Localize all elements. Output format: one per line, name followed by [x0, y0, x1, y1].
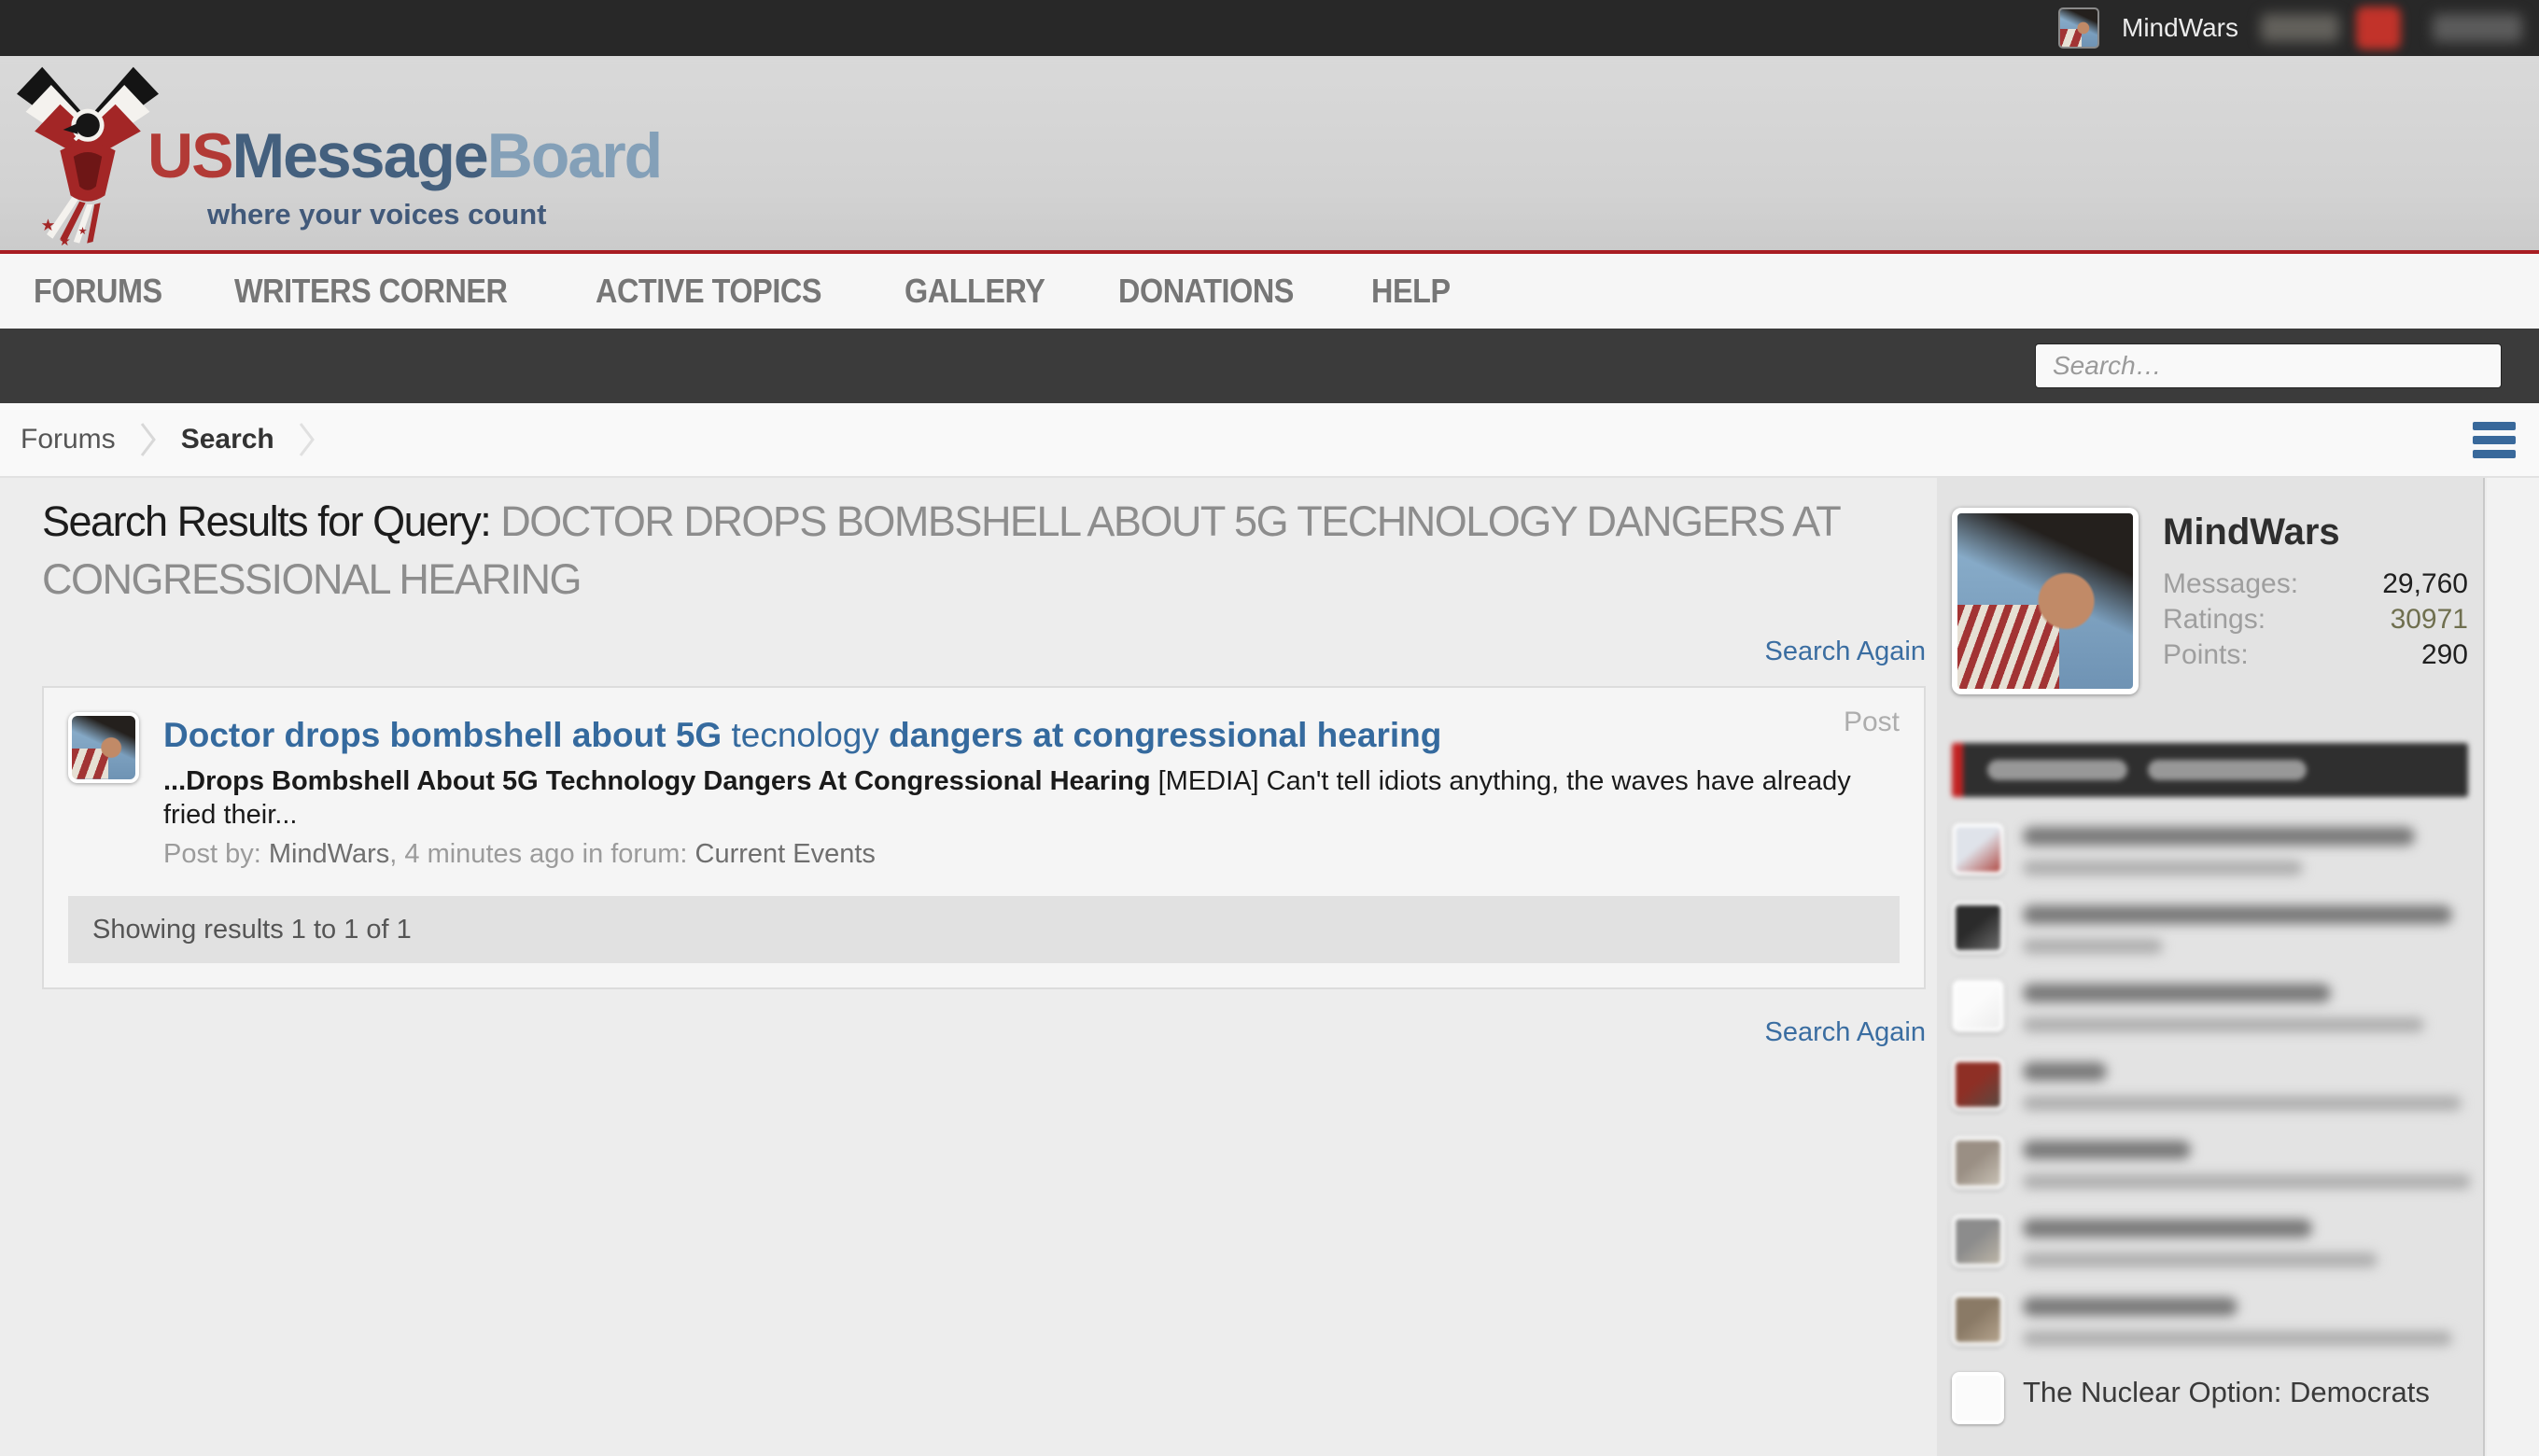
topic-meta-blurred [2023, 1331, 2452, 1346]
topic-thumbnail [1952, 1137, 2004, 1189]
result-title-bold-1: Doctor drops bombshell about 5G [163, 716, 722, 754]
inbox-link-blurred[interactable] [2261, 14, 2339, 42]
topic-thumbnail [1952, 823, 2004, 875]
result-meta-author[interactable]: MindWars [269, 839, 389, 869]
result-meta-forum[interactable]: Current Events [695, 839, 876, 869]
chevron-right-icon [299, 423, 315, 456]
topic-thumbnail [1952, 902, 2004, 954]
alerts-link-blurred[interactable] [2433, 14, 2522, 42]
nav-item-active-topics[interactable]: ACTIVE TOPICS [596, 272, 821, 311]
topic-title-blurred [2023, 1141, 2191, 1159]
search-input[interactable] [2035, 343, 2502, 388]
nav-item-forums[interactable]: FORUMS [34, 272, 162, 311]
messages-value: 29,760 [2382, 568, 2468, 599]
profile-card: MindWars Messages: 29,760 Ratings: 30971… [1937, 478, 2483, 694]
topic-thumbnail [1952, 1372, 2004, 1424]
topic-title-blurred [2023, 1062, 2107, 1081]
topic-meta-blurred [2023, 1096, 2462, 1111]
logo-part-board: Board [486, 120, 663, 191]
topic-thumbnail [1952, 1058, 2004, 1111]
topic-meta-blurred [2023, 1017, 2424, 1032]
stat-row-points: Points: 290 [2163, 637, 2468, 673]
active-topics-heading-blurred [1952, 743, 2468, 797]
topic-title-blurred [2023, 984, 2331, 1002]
result-snippet: ...Drops Bombshell About 5G Technology D… [163, 764, 1900, 832]
search-band [0, 329, 2539, 403]
topic-item-blurred[interactable] [1952, 1137, 2471, 1189]
nav-item-gallery[interactable]: GALLERY [905, 272, 1045, 311]
search-again-link-top[interactable]: Search Again [1764, 637, 1926, 666]
stat-row-messages: Messages: 29,760 [2163, 567, 2468, 602]
result-title-bold-2: dangers at congressional hearing [889, 716, 1442, 754]
search-result-card: Post Doctor drops bombshell about 5G tec… [42, 686, 1926, 989]
active-topics-list: The Nuclear Option: Democrats [1937, 823, 2483, 1424]
topic-item-blurred[interactable] [1952, 902, 2468, 954]
svg-text:★: ★ [78, 226, 88, 237]
chevron-right-icon [140, 423, 156, 456]
profile-avatar[interactable] [1952, 508, 2139, 694]
topic-meta-blurred [2023, 861, 2303, 875]
topic-meta-blurred [2023, 939, 2163, 954]
logo-part-us: US [147, 120, 233, 191]
breadcrumb-forums[interactable]: Forums [21, 424, 116, 455]
topic-title-blurred [2023, 1219, 2312, 1238]
result-title-regular: tecnology [722, 716, 890, 754]
result-snippet-bold: ...Drops Bombshell About 5G Technology D… [163, 766, 1151, 796]
profile-name[interactable]: MindWars [2163, 511, 2468, 553]
stat-row-ratings: Ratings: 30971 [2163, 602, 2468, 637]
topic-meta-blurred [2023, 1253, 2378, 1267]
nav-item-donations[interactable]: DONATIONS [1118, 272, 1294, 311]
site-header: ★ ★ ★ USMessageBoard where your voices c… [0, 56, 2539, 250]
svg-text:★: ★ [59, 234, 71, 246]
nav-item-help[interactable]: HELP [1371, 272, 1451, 311]
topic-item-blurred[interactable] [1952, 980, 2468, 1032]
ratings-value: 30971 [2390, 604, 2468, 635]
points-value: 290 [2420, 639, 2468, 670]
topic-title-blurred [2023, 827, 2415, 846]
topic-thumbnail [1952, 980, 2004, 1032]
topic-title-blurred [2023, 905, 2452, 924]
inbox-count-badge-blurred[interactable] [2356, 7, 2401, 49]
topic-item-blurred[interactable] [1952, 823, 2468, 875]
topic-thumbnail [1952, 1215, 2004, 1267]
main-navigation: FORUMS WRITERS CORNER ACTIVE TOPICS GALL… [0, 254, 2539, 329]
breadcrumb: Forums Search [0, 403, 2539, 478]
result-author-avatar[interactable] [68, 712, 139, 783]
topic-item-blurred[interactable] [1952, 1058, 2468, 1111]
nav-item-writers-corner[interactable]: WRITERS CORNER [234, 272, 508, 311]
search-results-column: Search Results for Query: DOCTOR DROPS B… [42, 493, 1926, 1048]
profile-stats: Messages: 29,760 Ratings: 30971 Points: … [2163, 567, 2468, 673]
search-again-link-bottom[interactable]: Search Again [1764, 1017, 1926, 1047]
topic-item-blurred[interactable] [1952, 1294, 2468, 1346]
topic-title-blurred [2023, 1297, 2237, 1316]
logo-part-message: Message [231, 120, 488, 191]
results-count-bar: Showing results 1 to 1 of 1 [68, 896, 1900, 963]
user-avatar[interactable] [2058, 7, 2100, 49]
topic-item-blurred[interactable] [1952, 1215, 2468, 1267]
topic-thumbnail [1952, 1294, 2004, 1346]
topic-meta-blurred [2023, 1174, 2471, 1189]
result-type-label: Post [1843, 707, 1900, 737]
site-logo[interactable]: USMessageBoard where your voices count [147, 120, 663, 231]
username-link[interactable]: MindWars [2122, 13, 2238, 43]
result-row: Doctor drops bombshell about 5G tecnolog… [68, 712, 1900, 870]
result-meta: Post by: MindWars, 4 minutes ago in foru… [163, 839, 876, 869]
svg-text:★: ★ [41, 216, 56, 234]
eagle-logo-icon: ★ ★ ★ [17, 66, 159, 246]
topic-item-partial[interactable]: The Nuclear Option: Democrats [1952, 1372, 2468, 1424]
page-title: Search Results for Query: DOCTOR DROPS B… [42, 493, 1926, 609]
topic-title[interactable]: The Nuclear Option: Democrats [2023, 1372, 2430, 1424]
sidebar: MindWars Messages: 29,760 Ratings: 30971… [1937, 478, 2485, 1456]
top-user-bar: MindWars [0, 0, 2539, 56]
logo-tagline: where your voices count [207, 198, 547, 231]
breadcrumb-search: Search [180, 424, 274, 455]
page-title-prefix: Search Results for Query: [42, 497, 501, 545]
right-margin-strip [2487, 478, 2539, 1456]
result-title-link[interactable]: Doctor drops bombshell about 5G tecnolog… [163, 714, 1900, 757]
menu-hamburger-icon[interactable] [2473, 421, 2516, 458]
